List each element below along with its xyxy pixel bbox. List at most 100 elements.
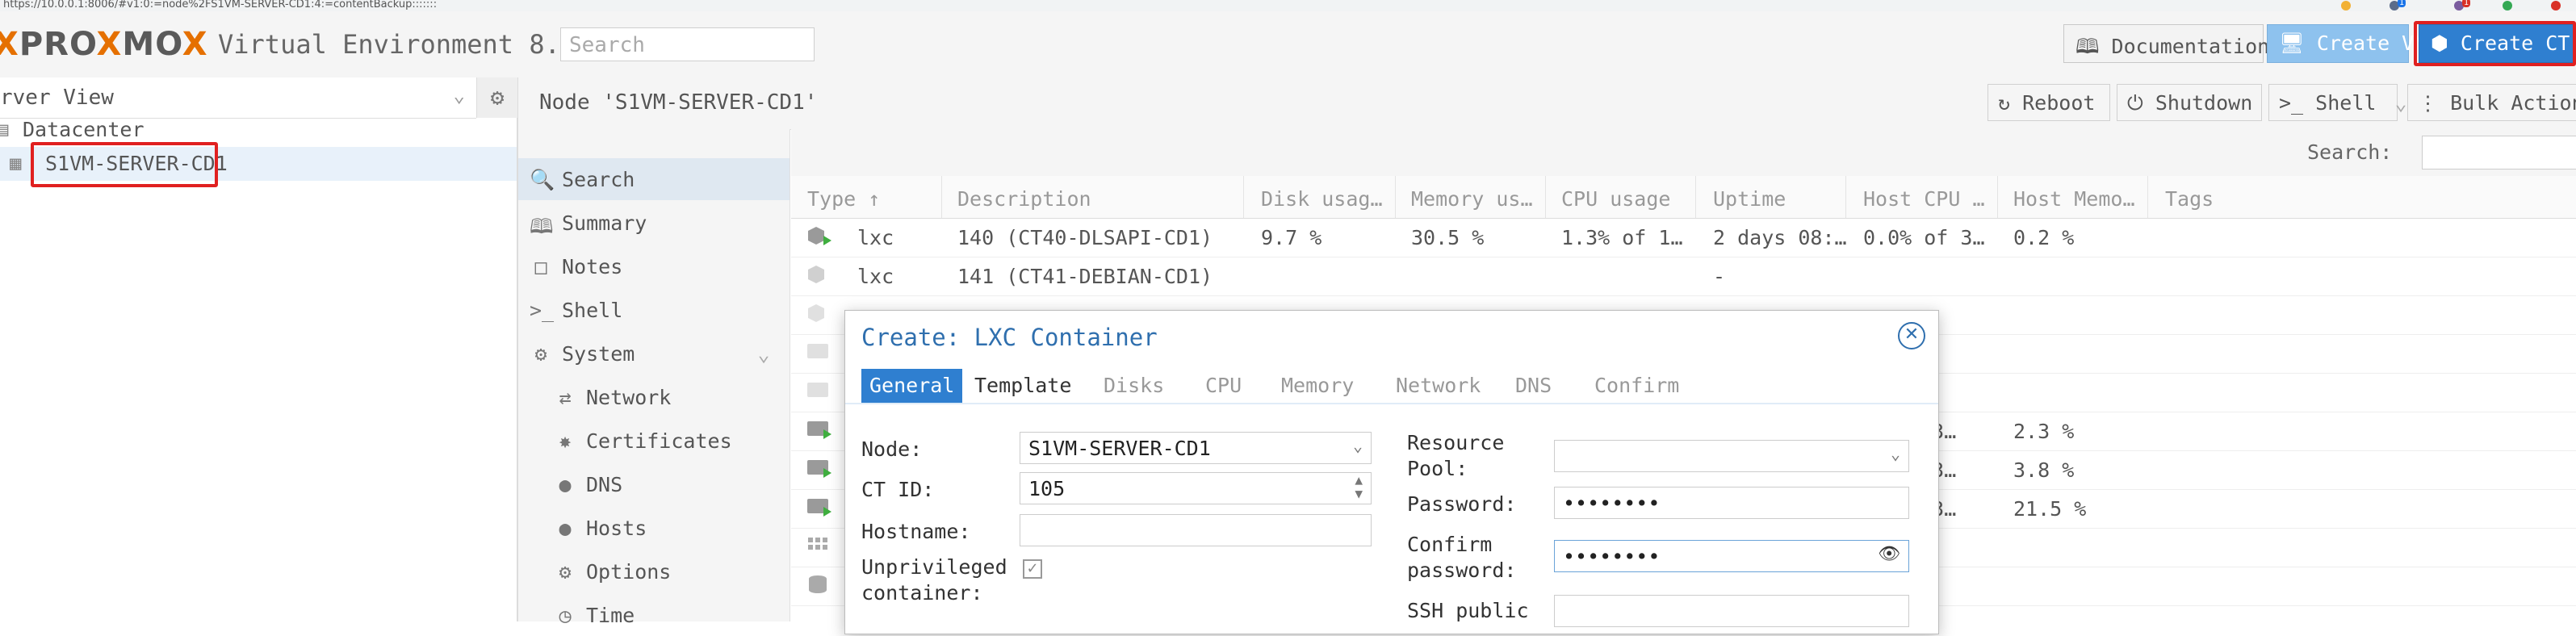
nav-item-dns[interactable]: ● DNS	[518, 463, 790, 505]
ctid-spinner[interactable]: 105 ▲ ▼	[1020, 472, 1372, 504]
resource-pool-select[interactable]: ⌄	[1554, 440, 1909, 472]
database-icon	[806, 573, 833, 597]
nav-item-system[interactable]: ⚙ System ⌄	[518, 333, 790, 374]
nav-item-options[interactable]: ⚙ Options	[518, 550, 790, 592]
tab-network[interactable]: Network	[1388, 369, 1489, 403]
node-select[interactable]: S1VM-SERVER-CD1 ⌄	[1020, 432, 1372, 464]
nav-item-shell[interactable]: >_ Shell	[518, 289, 790, 331]
documentation-button[interactable]: 🕮 Documentation	[2063, 24, 2269, 63]
book-icon: 🕮	[2075, 35, 2100, 58]
node-title: Node 'S1VM-SERVER-CD1'	[539, 90, 818, 115]
column-header-memory[interactable]: Memory us…	[1411, 187, 1533, 211]
desktop-icon: 🖥	[2279, 31, 2305, 55]
globe-icon: ●	[559, 517, 572, 540]
column-header-type[interactable]: Type ↑	[807, 187, 880, 211]
grid-search-input[interactable]	[2422, 136, 2576, 169]
nav-item-search[interactable]: 🔍 Search	[518, 158, 790, 200]
extension-badge: 1	[2462, 0, 2471, 7]
node-nav-menu: 🔍 Search 🕮 Summary □ Notes >_ Shell ⚙ Sy…	[518, 129, 790, 627]
hostname-input[interactable]	[1020, 514, 1372, 546]
nav-item-time[interactable]: ◷ Time	[518, 594, 790, 636]
nav-item-summary[interactable]: 🕮 Summary	[518, 202, 790, 244]
server-icon: ▦	[10, 152, 22, 174]
tab-confirm[interactable]: Confirm	[1586, 369, 1687, 403]
gear-icon: ⚙	[559, 560, 572, 584]
nav-item-certificates[interactable]: ✸ Certificates	[518, 420, 790, 462]
unprivileged-label: Unprivileged container:	[861, 555, 1007, 605]
table-row[interactable]: lxc 140 (CT40-DLSAPI-CD1) 9.7 % 30.5 % 1…	[791, 218, 2576, 257]
search-label: Search:	[2307, 140, 2393, 164]
password-label: Password:	[1407, 492, 1517, 516]
tab-divider	[845, 403, 1938, 404]
tab-cpu[interactable]: CPU	[1197, 369, 1250, 403]
chevron-down-icon: ⌄	[1890, 444, 1900, 463]
tab-template[interactable]: Template	[966, 369, 1079, 403]
column-header-disk[interactable]: Disk usag…	[1261, 187, 1383, 211]
ssh-key-input[interactable]	[1554, 595, 1909, 627]
column-header-host-memory[interactable]: Host Memo…	[2013, 187, 2135, 211]
chevron-down-icon: ⌄	[453, 84, 465, 107]
close-icon[interactable]: ✕	[1898, 322, 1925, 349]
unprivileged-checkbox[interactable]: ✓	[1023, 559, 1042, 579]
column-header-host-cpu[interactable]: Host CPU …	[1863, 187, 1985, 211]
nav-item-network[interactable]: ⇄ Network	[518, 376, 790, 418]
eye-icon[interactable]: 👁	[1878, 544, 1900, 564]
confirm-password-input[interactable]: •••••••• 👁	[1554, 540, 1909, 572]
gear-icon[interactable]: ⚙	[476, 77, 517, 118]
column-header-description[interactable]: Description	[957, 187, 1091, 211]
content-header: Node 'S1VM-SERVER-CD1' ↻ Reboot ⏻ Shutdo…	[518, 77, 2576, 130]
tab-dns[interactable]: DNS	[1507, 369, 1560, 403]
column-separator	[2147, 176, 2148, 218]
column-header-cpu[interactable]: CPU usage	[1561, 187, 1670, 211]
extension-icon[interactable]	[2503, 1, 2512, 10]
extension-icon[interactable]	[2551, 1, 2561, 10]
column-separator	[941, 176, 942, 218]
container-running-icon	[806, 224, 833, 249]
grid-header: Type ↑ Description Disk usag… Memory us……	[791, 176, 2576, 219]
node-label: Node:	[861, 437, 923, 461]
spinner-arrows-icon[interactable]: ▲ ▼	[1355, 473, 1363, 500]
column-separator	[1243, 176, 1244, 218]
nav-item-notes[interactable]: □ Notes	[518, 245, 790, 287]
reboot-button[interactable]: ↻ Reboot	[1987, 84, 2110, 121]
vm-stopped-icon	[806, 379, 833, 404]
certificate-icon: ✸	[559, 429, 572, 453]
chevron-down-icon: ⌄	[2394, 91, 2407, 115]
tab-memory[interactable]: Memory	[1273, 369, 1362, 403]
search-toolbar: Search:	[791, 129, 2576, 177]
tab-disks[interactable]: Disks	[1095, 369, 1172, 403]
create-vm-button[interactable]: 🖥 Create VM	[2267, 24, 2426, 63]
password-input[interactable]: ••••••••	[1554, 487, 1909, 519]
container-stopped-icon	[806, 302, 833, 326]
proxmox-logo[interactable]: XPROXMOX	[0, 26, 208, 63]
power-icon: ⏻	[2127, 91, 2143, 115]
column-separator	[1695, 176, 1696, 218]
grid-icon	[806, 534, 833, 559]
reload-icon: ↻	[1998, 91, 2011, 115]
column-header-uptime[interactable]: Uptime	[1713, 187, 1786, 211]
shutdown-button[interactable]: ⏻ Shutdown	[2117, 84, 2262, 121]
search-input[interactable]: Search	[560, 27, 815, 61]
create-lxc-dialog: Create: LXC Container ✕ General Template…	[844, 310, 1939, 634]
column-separator	[1545, 176, 1546, 218]
book-icon: 🕮	[530, 215, 554, 238]
extension-badge: 1	[2398, 0, 2406, 7]
chevron-down-icon: ⌄	[757, 342, 770, 366]
column-separator	[1395, 176, 1396, 218]
column-header-tags[interactable]: Tags	[2165, 187, 2214, 211]
note-icon: □	[534, 255, 547, 278]
tab-general[interactable]: General	[861, 369, 963, 403]
terminal-icon: >_	[2279, 91, 2304, 115]
browser-url[interactable]: https://10.0.0.1:8006/#v1:0:=node%2FS1VM…	[3, 0, 437, 10]
bulk-actions-button[interactable]: ⋮ Bulk Actions	[2407, 84, 2576, 121]
confirm-password-label: Confirm password:	[1407, 533, 1517, 582]
hostname-label: Hostname:	[861, 520, 971, 543]
sort-up-icon: ↑	[868, 187, 881, 211]
browser-bar: https://10.0.0.1:8006/#v1:0:=node%2FS1VM…	[0, 0, 2576, 12]
chevron-down-icon: ⌄	[1352, 436, 1363, 455]
nav-item-hosts[interactable]: ● Hosts	[518, 507, 790, 549]
extension-icon[interactable]	[2341, 1, 2351, 10]
shell-button[interactable]: >_ Shell ⌄	[2268, 84, 2407, 121]
table-row[interactable]: lxc 141 (CT41-DEBIAN-CD1) -	[791, 257, 2576, 296]
terminal-icon: >_	[530, 299, 555, 322]
